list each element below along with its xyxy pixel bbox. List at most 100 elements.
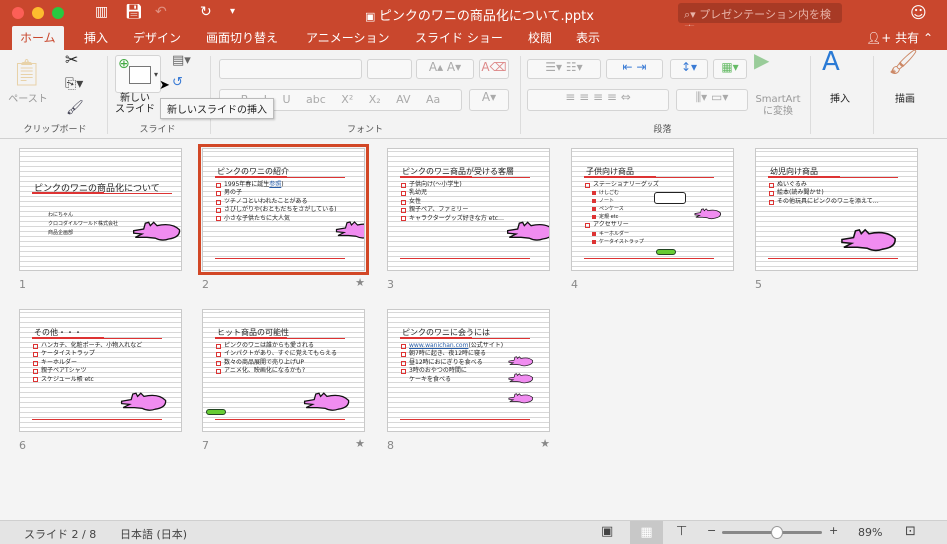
language-indicator[interactable]: 日本語 (日本) [120, 526, 187, 542]
collapse-ribbon-icon[interactable]: ⌃ [915, 26, 941, 50]
slide-preview[interactable]: ピンクのワニに会うには www.wanichan.com (公式サイト) 朝7時に起… [387, 309, 550, 432]
redo-icon[interactable]: ↻ [200, 4, 212, 20]
clear-formatting-icon[interactable]: A⌫ [479, 59, 509, 79]
font-size-buttons[interactable]: A▴ A▾ [416, 59, 474, 79]
slide-thumbnail-5[interactable]: 幼児向け商品 ぬいぐるみ 絵本(読み聞かせ) その他玩具にピンクのワニを添えて… 5 [755, 148, 918, 298]
zoom-button[interactable] [52, 7, 64, 19]
tab-slideshow[interactable]: スライド ショー [407, 26, 511, 50]
bullet-item: 定規 etc [585, 213, 659, 221]
subtitle-line: クロコダイルワールド株式会社 [48, 221, 119, 227]
bullet-marker-icon [33, 360, 38, 366]
paste-icon[interactable]: 📋︎ [10, 58, 43, 92]
tab-review[interactable]: 校閲 [520, 26, 560, 50]
bullets-buttons[interactable]: ☰▾ ☷▾ [527, 59, 601, 79]
bullet-marker-icon [401, 352, 406, 358]
slide-number: 2 [202, 278, 209, 291]
slide-thumbnail-4[interactable]: 子供向け商品 ステーショナリーグッズ けしごむ ノート ペンケース 定規 etc アクセサリ… [571, 148, 734, 298]
slide-number: 6 [19, 439, 26, 452]
slide-preview[interactable]: ピンクのワニの紹介 1995年春に誕生 参照) 男の子 ツチノコといわれたことがある さび… [198, 144, 369, 275]
slide-preview[interactable]: 幼児向け商品 ぬいぐるみ 絵本(読み聞かせ) その他玩具にピンクのワニを添えて… [755, 148, 918, 271]
slideshow-view-icon[interactable]: ⊤ [676, 524, 687, 539]
fit-to-window-icon[interactable]: ⊡ [905, 524, 916, 539]
bullet-marker-icon [585, 182, 590, 188]
indent-buttons[interactable]: ⇤ ⇥ [606, 59, 663, 79]
tab-insert[interactable]: 挿入 [76, 26, 116, 50]
smartart-icon[interactable]: ▶ [754, 50, 769, 70]
tab-view[interactable]: 表示 [568, 26, 608, 50]
format-painter-icon[interactable]: 🖌︎ [66, 101, 84, 115]
slide-preview[interactable]: その他・・・ ハンカチ、化粧ポーチ、小物入れなど ケータイストラップ キーホルダー 親子… [19, 309, 182, 432]
bullet-marker-icon [769, 191, 774, 197]
bullet-marker-icon [216, 343, 221, 349]
search-input[interactable]: ⌕▾ プレゼンテーション内を検索 [678, 3, 842, 37]
slide-thumbnail-8[interactable]: ピンクのワニに会うには www.wanichan.com (公式サイト) 朝7時に起… [387, 309, 550, 459]
tooltip: 新しいスライドの挿入 [160, 98, 274, 119]
smiley-feedback-icon[interactable]: ☺ [910, 3, 927, 22]
bullet-marker-icon [33, 352, 38, 358]
bullet-marker-icon [592, 191, 596, 196]
close-button[interactable] [12, 7, 24, 19]
new-slide-button[interactable]: ⊕ ▾ [115, 55, 161, 93]
slide-preview[interactable]: ピンクのワニの商品化について わにちゃん クロコダイルワールド株式会社 商品企画部 [19, 148, 182, 271]
insert-label: 挿入 [830, 94, 850, 105]
slide-thumbnail-1[interactable]: ピンクのワニの商品化について わにちゃん クロコダイルワールド株式会社 商品企画部 1 [19, 148, 182, 298]
bullet-item: けしごむ [585, 189, 659, 197]
slide-preview[interactable]: ヒット商品の可能性 ピンクのワニは誰からも愛される インパクトがあり、すぐに覚えても… [202, 309, 365, 432]
title-underline [768, 176, 898, 178]
copy-icon[interactable]: ⎘▾ [65, 77, 83, 91]
slide-thumbnail-7[interactable]: ヒット商品の可能性 ピンクのワニは誰からも愛される インパクトがあり、すぐに覚えても… [202, 309, 365, 459]
bullet-item: 女性 [401, 198, 504, 206]
draw-icon[interactable]: 🖌︎ [888, 50, 918, 74]
layout-icon[interactable]: ▤▾ [172, 54, 191, 67]
slide-thumbnail-2[interactable]: ピンクのワニの紹介 1995年春に誕生 参照) 男の子 ツチノコといわれたことがある さび… [198, 144, 369, 298]
slide-preview[interactable]: 子供向け商品 ステーショナリーグッズ けしごむ ノート ペンケース 定規 etc アクセサリ… [571, 148, 734, 271]
tab-home[interactable]: ホーム [12, 26, 64, 50]
zoom-out-icon[interactable]: − [707, 524, 716, 537]
slide-thumbnail-3[interactable]: ピンクのワニ商品が受ける客層 子供向け(～小学生) 乳幼児 女性 親子ペア、ファミリーキ… [387, 148, 550, 298]
bullet-marker-icon [592, 239, 596, 244]
bullet-item: キーホルダー [33, 359, 142, 367]
sidebar-toggle-icon[interactable]: ▥ [95, 4, 108, 20]
minimize-button[interactable] [32, 7, 44, 19]
hyperlink[interactable]: 参照 [269, 181, 281, 189]
bullet-marker-icon [769, 182, 774, 188]
line-spacing-button[interactable]: ↕▾ [670, 59, 708, 79]
columns-button[interactable]: ▦▾ [713, 59, 747, 79]
bullet-marker-icon [401, 360, 406, 366]
font-name-select[interactable] [219, 59, 362, 79]
zoom-in-icon[interactable]: + [829, 524, 838, 537]
slide-thumbnail-6[interactable]: その他・・・ ハンカチ、化粧ポーチ、小物入れなど ケータイストラップ キーホルダー 親子… [19, 309, 182, 459]
bullet-marker-icon [592, 215, 596, 220]
transition-star-icon[interactable]: ★ [355, 437, 365, 450]
insert-textbox-icon[interactable]: A [822, 49, 840, 75]
slide-preview[interactable]: ピンクのワニ商品が受ける客層 子供向け(～小学生) 乳幼児 女性 親子ペア、ファミリーキ… [387, 148, 550, 271]
save-icon[interactable]: 💾︎ [125, 4, 143, 20]
tab-animations[interactable]: アニメーション [298, 26, 398, 50]
font-color-button[interactable]: A▾ [469, 89, 509, 111]
font-size-select[interactable] [367, 59, 412, 79]
bullet-item: 乳幼児 [401, 189, 504, 197]
zoom-slider[interactable] [722, 526, 822, 539]
bullet-marker-icon [585, 223, 590, 229]
title-bar: ▥ 💾︎ ↶ ↻ ▾ ▣ ピンクのワニの商品化について.pptx ⌕▾ プレゼン… [0, 0, 947, 37]
text-direction-buttons[interactable]: ⫼▾ ▭▾ [676, 89, 748, 111]
zoom-slider-thumb[interactable] [771, 526, 783, 539]
transition-star-icon[interactable]: ★ [540, 437, 550, 450]
cut-icon[interactable]: ✂ [65, 52, 78, 68]
pink-crocodile-icon [508, 355, 534, 370]
normal-view-icon[interactable]: ▣ [601, 524, 613, 539]
bullet-marker-icon [401, 216, 406, 222]
alignment-buttons[interactable]: ≡ ≡ ≡ ≡ ⇔ [527, 89, 669, 111]
transition-star-icon[interactable]: ★ [355, 276, 365, 289]
tab-transitions[interactable]: 画面切り替え [198, 26, 286, 50]
reset-slide-icon[interactable]: ↺ [172, 76, 183, 89]
customize-icon[interactable]: ▾ [230, 6, 235, 17]
footer-line [584, 258, 714, 259]
undo-icon[interactable]: ↶ [155, 4, 167, 20]
tab-design[interactable]: デザイン [125, 26, 189, 50]
draw-label: 描画 [895, 94, 915, 105]
bullet-item: インパクトがあり、すぐに覚えてもらえる [216, 350, 337, 358]
bullet-marker-icon [33, 377, 38, 383]
slide-sorter-view-icon[interactable]: ▦ [630, 521, 663, 544]
bullet-marker-icon [33, 368, 38, 374]
